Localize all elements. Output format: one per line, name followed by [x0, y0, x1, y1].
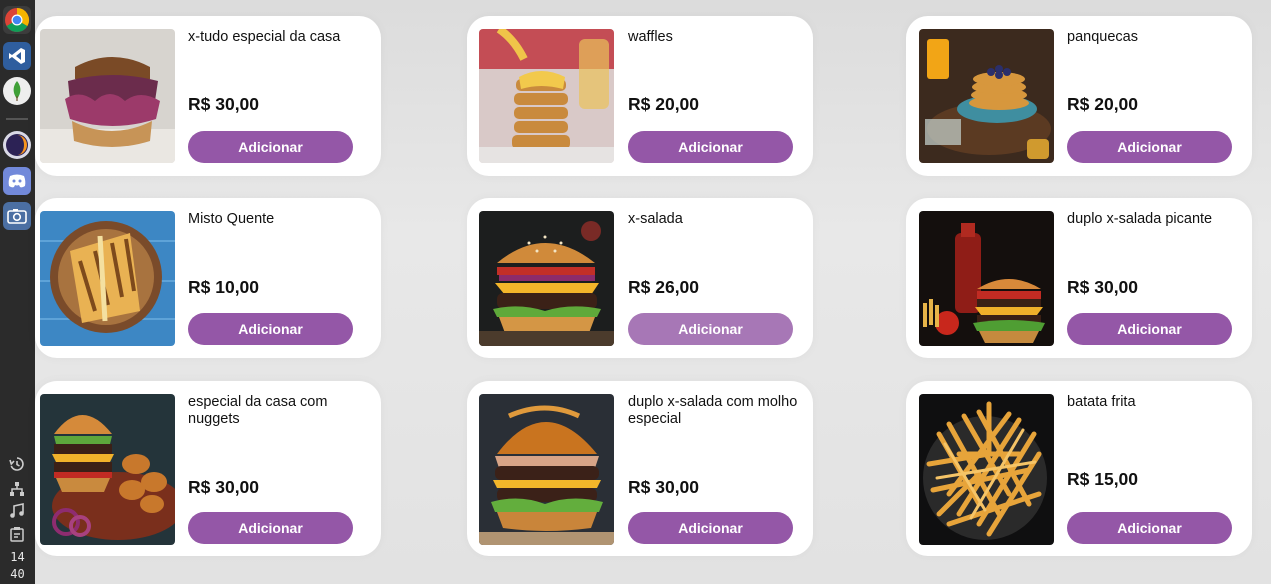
- add-to-cart-button[interactable]: Adicionar: [188, 512, 353, 544]
- network-icon[interactable]: [7, 480, 27, 498]
- product-image: [479, 394, 614, 545]
- product-card: especial da casa com nuggets R$ 30,00 Ad…: [35, 381, 381, 556]
- add-to-cart-button[interactable]: Adicionar: [628, 512, 793, 544]
- product-image: [479, 211, 614, 346]
- product-image: [919, 394, 1054, 545]
- screenshot-icon[interactable]: [3, 202, 31, 230]
- product-price: R$ 30,00: [1067, 277, 1139, 297]
- mongodb-icon[interactable]: [3, 77, 31, 105]
- product-card: batata frita R$ 15,00 Adicionar: [906, 381, 1252, 556]
- product-name: panquecas: [1067, 29, 1138, 45]
- add-to-cart-button[interactable]: Adicionar: [1067, 313, 1232, 345]
- product-image: [479, 29, 614, 163]
- chrome-icon[interactable]: [3, 6, 31, 34]
- product-price: R$ 30,00: [188, 477, 260, 497]
- clock-minute: 40: [10, 567, 25, 581]
- product-image: [40, 211, 175, 346]
- product-name: x-salada: [628, 211, 683, 227]
- product-image: [40, 29, 175, 163]
- product-card: duplo x-salada picante R$ 30,00 Adiciona…: [906, 198, 1252, 358]
- product-name: waffles: [628, 29, 673, 45]
- add-to-cart-button[interactable]: Adicionar: [628, 313, 793, 345]
- add-to-cart-button[interactable]: Adicionar: [1067, 131, 1232, 163]
- product-price: R$ 30,00: [628, 477, 700, 497]
- discord-icon[interactable]: [3, 167, 31, 195]
- product-price: R$ 20,00: [1067, 94, 1139, 114]
- app-dock: 14 40: [0, 0, 35, 584]
- history-icon[interactable]: [7, 455, 27, 473]
- music-icon[interactable]: [7, 502, 27, 520]
- product-card: x-tudo especial da casa R$ 30,00 Adicion…: [35, 16, 381, 176]
- product-price: R$ 20,00: [628, 94, 700, 114]
- product-card: duplo x-salada com molho especial R$ 30,…: [467, 381, 813, 556]
- product-card: waffles R$ 20,00 Adicionar: [467, 16, 813, 176]
- add-to-cart-button[interactable]: Adicionar: [188, 131, 353, 163]
- product-name: batata frita: [1067, 394, 1136, 410]
- product-name: Misto Quente: [188, 211, 275, 227]
- add-to-cart-button[interactable]: Adicionar: [188, 313, 353, 345]
- clipboard-icon[interactable]: [7, 525, 27, 543]
- vscode-icon[interactable]: [3, 42, 31, 70]
- eclipse-icon[interactable]: [3, 131, 31, 159]
- clock-hour: 14: [10, 550, 25, 564]
- product-card: x-salada R$ 26,00 Adicionar: [467, 198, 813, 358]
- product-image: [40, 394, 175, 545]
- add-to-cart-button[interactable]: Adicionar: [628, 131, 793, 163]
- add-to-cart-button[interactable]: Adicionar: [1067, 512, 1232, 544]
- product-name: x-tudo especial da casa: [188, 29, 341, 45]
- product-image: [919, 29, 1054, 163]
- product-price: R$ 30,00: [188, 94, 260, 114]
- product-name: especial da casa com nuggets: [188, 394, 328, 427]
- product-price: R$ 10,00: [188, 277, 260, 297]
- product-price: R$ 26,00: [628, 277, 700, 297]
- product-grid: x-tudo especial da casa R$ 30,00 Adicion…: [35, 0, 1271, 584]
- product-price: R$ 15,00: [1067, 469, 1139, 489]
- product-card: panquecas R$ 20,00 Adicionar: [906, 16, 1252, 176]
- dock-separator: [6, 118, 28, 120]
- product-name: duplo x-salada picante: [1067, 211, 1213, 227]
- product-card: Misto Quente R$ 10,00 Adicionar: [35, 198, 381, 358]
- product-image: [919, 211, 1054, 346]
- product-name: duplo x-salada com molho especial: [628, 394, 798, 427]
